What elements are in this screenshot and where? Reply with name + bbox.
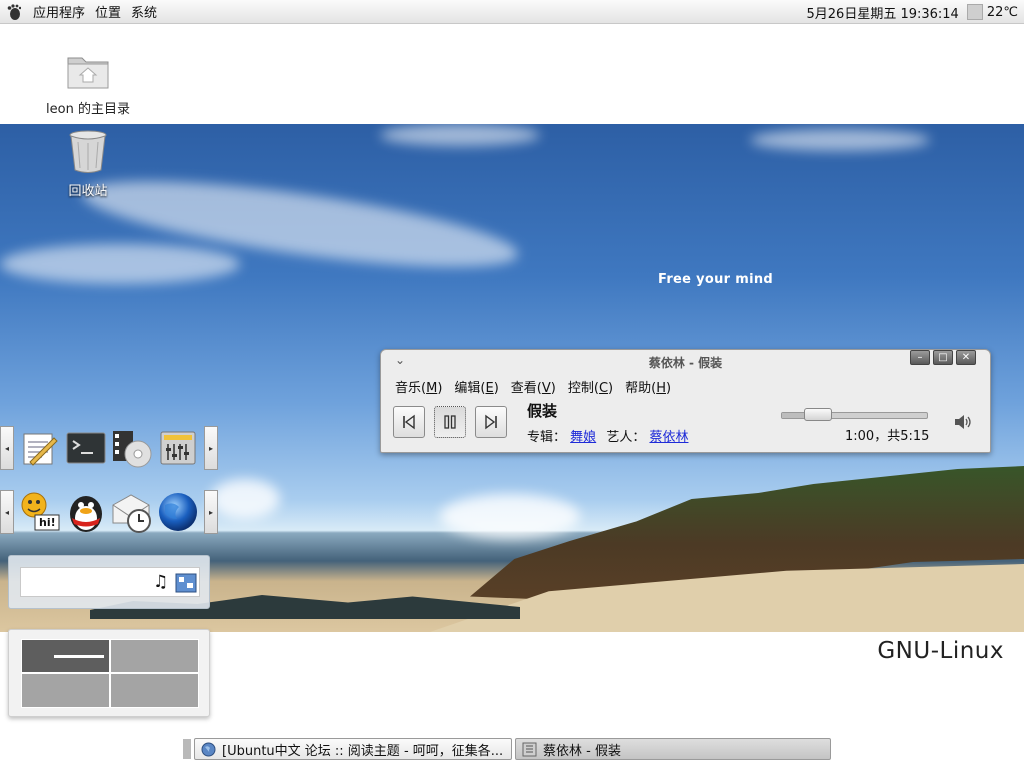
menu-applications[interactable]: 应用程序: [28, 2, 90, 21]
album-link[interactable]: 舞娘: [570, 430, 596, 445]
pause-button[interactable]: [434, 406, 466, 438]
desktop-icon-trash-label: 回收站: [68, 184, 108, 199]
skip-back-icon: [403, 414, 415, 430]
taskbar-item-player[interactable]: 蔡依林 - 假装: [515, 738, 831, 760]
taskbar-handle[interactable]: [183, 739, 191, 759]
drawer-right-arrow[interactable]: ▸: [204, 490, 218, 534]
desktop-icon-home[interactable]: leon 的主目录: [38, 48, 138, 117]
player-icon: [522, 742, 537, 757]
pause-icon: [444, 415, 456, 429]
maximize-button[interactable]: □: [933, 350, 953, 365]
wallpaper-cloud: [0, 244, 240, 284]
puzzle-icon[interactable]: [175, 571, 199, 597]
album-label: 专辑：: [527, 430, 567, 445]
globe-icon: [201, 742, 216, 757]
workspace-4[interactable]: [110, 673, 199, 708]
temperature: 22℃: [986, 4, 1018, 20]
hi-badge: hi!: [39, 516, 56, 529]
launcher-drawer-2: ◂ hi! ▸: [0, 490, 218, 534]
player-menubar: 音乐(M) 编辑(E) 查看(V) 控制(C) 帮助(H): [381, 374, 990, 398]
menu-places[interactable]: 位置: [90, 2, 126, 21]
menu-system[interactable]: 系统: [126, 2, 162, 21]
home-folder-icon: [64, 57, 112, 96]
taskbar-item-browser[interactable]: [Ubuntu中文 论坛 :: 阅读主题 - 呵呵，征集各...: [194, 738, 512, 760]
volume-button[interactable]: [953, 414, 973, 434]
launcher-drawer-1: ◂ ▸: [0, 426, 218, 470]
wallpaper-cloud: [440, 494, 580, 539]
cloud-icon: [966, 4, 983, 20]
search-applet: ♫: [8, 555, 210, 609]
elapsed-time: 1:00，共5:15: [845, 429, 930, 444]
workspace-window-preview: [54, 655, 104, 658]
player-title: 蔡依林 - 假装: [648, 355, 723, 370]
wallpaper-tagline: Free your mind: [658, 272, 773, 287]
player-menu-control[interactable]: 控制(C): [562, 377, 619, 396]
previous-track-button[interactable]: [393, 406, 425, 438]
music-player-window: ⌄ 蔡依林 - 假装 – □ ✕ 音乐(M) 编辑(E) 查看(V) 控制(C)…: [380, 349, 991, 453]
trash-icon: [66, 130, 110, 178]
wallpaper-cloud: [380, 124, 540, 146]
workspace-2[interactable]: [110, 639, 199, 673]
video-player-icon[interactable]: [109, 426, 155, 470]
seek-slider[interactable]: [781, 408, 928, 421]
firefox-globe-icon[interactable]: [155, 490, 201, 534]
player-menu-edit[interactable]: 编辑(E): [448, 377, 504, 396]
artist-label: 艺人：: [606, 430, 646, 445]
drawer-left-arrow[interactable]: ◂: [0, 490, 14, 534]
desktop-watermark: GNU-Linux: [877, 638, 1004, 664]
speaker-icon: [955, 415, 971, 429]
wallpaper-cloud: [210, 479, 280, 519]
workspace-3[interactable]: [21, 673, 110, 708]
artist-link[interactable]: 蔡依林: [649, 430, 688, 445]
drawer-right-arrow[interactable]: ▸: [204, 426, 218, 470]
player-menu-view[interactable]: 查看(V): [505, 377, 562, 396]
mail-clock-icon[interactable]: [109, 490, 155, 534]
music-note-icon[interactable]: ♫: [153, 572, 168, 592]
taskbar-item-label: 蔡依林 - 假装: [543, 743, 621, 759]
song-title: 假装: [527, 402, 558, 420]
desktop-icon-trash[interactable]: 回收站: [38, 128, 138, 199]
audio-mixer-icon[interactable]: [155, 426, 201, 470]
clock[interactable]: 5月26日星期五 19:36:14: [799, 3, 967, 22]
player-titlebar[interactable]: ⌄ 蔡依林 - 假装 – □ ✕: [381, 350, 990, 374]
text-editor-icon[interactable]: [17, 426, 63, 470]
close-button[interactable]: ✕: [956, 350, 976, 365]
weather-applet[interactable]: 22℃: [966, 4, 1024, 20]
minimize-button[interactable]: –: [910, 350, 930, 365]
skip-forward-icon: [485, 414, 497, 430]
next-track-button[interactable]: [475, 406, 507, 438]
qq-penguin-icon[interactable]: [63, 490, 109, 534]
wallpaper-cloud: [750, 129, 930, 151]
desktop-icon-home-label: leon 的主目录: [46, 102, 130, 117]
workspace-1[interactable]: [21, 639, 110, 673]
taskbar-item-label: [Ubuntu中文 论坛 :: 阅读主题 - 呵呵，征集各...: [222, 743, 504, 759]
window-menu-chevron-icon[interactable]: ⌄: [395, 353, 405, 367]
terminal-icon[interactable]: [63, 426, 109, 470]
bottom-panel: [Ubuntu中文 论坛 :: 阅读主题 - 呵呵，征集各... 蔡依林 - 假…: [0, 736, 1024, 762]
drawer-left-arrow[interactable]: ◂: [0, 426, 14, 470]
player-menu-help[interactable]: 帮助(H): [619, 377, 677, 396]
top-panel: 应用程序 位置 系统 5月26日星期五 19:36:14 22℃: [0, 0, 1024, 24]
song-meta: 专辑： 舞娘 艺人： 蔡依林: [527, 426, 688, 445]
player-menu-music[interactable]: 音乐(M): [389, 377, 448, 396]
workspace-switcher: [8, 629, 210, 717]
seek-thumb[interactable]: [804, 408, 832, 421]
chat-messenger-icon[interactable]: hi!: [17, 490, 63, 534]
search-input[interactable]: [20, 567, 200, 597]
gnome-foot-icon[interactable]: [6, 3, 22, 20]
panel-right-area: 5月26日星期五 19:36:14 22℃: [799, 0, 1024, 24]
